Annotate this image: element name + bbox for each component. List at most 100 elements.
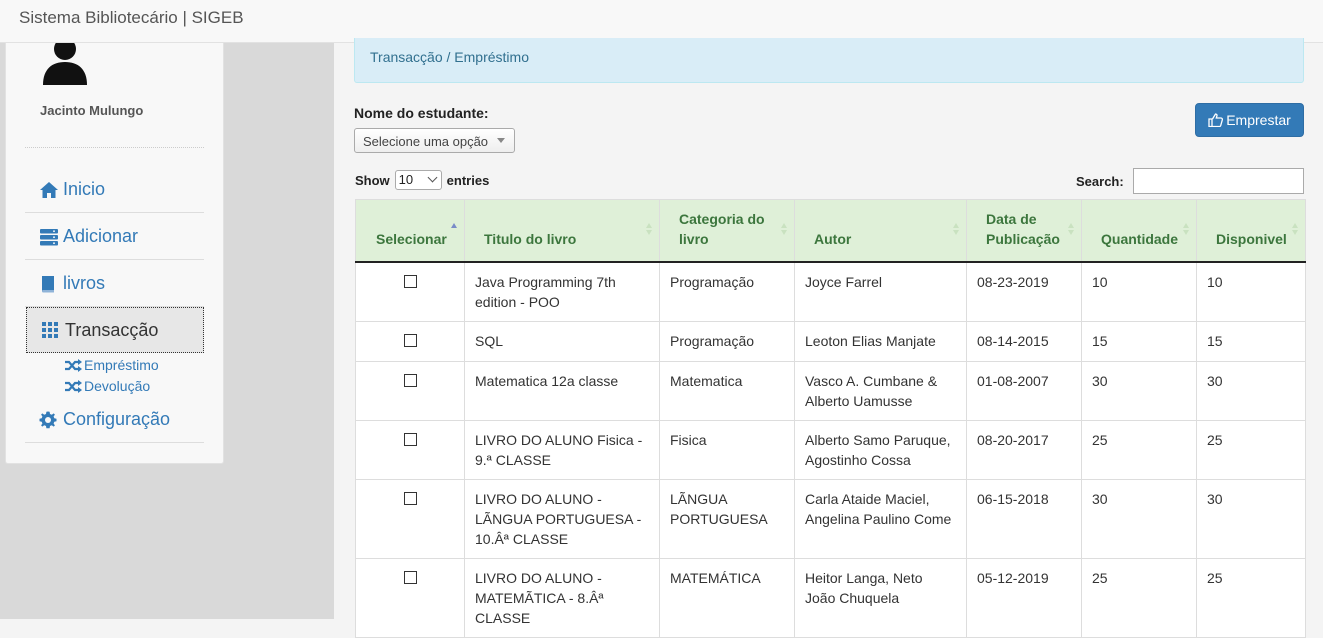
column-header-autor[interactable]: Autor bbox=[794, 199, 967, 263]
cell-date: 08-23-2019 bbox=[966, 261, 1082, 322]
book-icon bbox=[39, 274, 61, 294]
cell-author: Alberto Samo Paruque, Agostinho Cossa bbox=[794, 419, 967, 480]
table-row: LIVRO DO ALUNO - MATEMÃTICA - 8.Âª CLASS… bbox=[355, 557, 1306, 638]
sidebar-item-transaccao[interactable]: Transacção bbox=[26, 307, 204, 353]
cell-author: Vasco A. Cumbane & Alberto Uamusse bbox=[794, 360, 967, 421]
select-checkbox[interactable] bbox=[403, 432, 417, 446]
lend-button-label: Emprestar bbox=[1226, 112, 1291, 128]
column-header-disponivel[interactable]: Disponivel bbox=[1196, 199, 1306, 263]
sidebar-divider bbox=[25, 147, 204, 148]
cell-date: 06-15-2018 bbox=[966, 478, 1082, 559]
user-avatar-icon bbox=[43, 43, 87, 85]
sort-icon bbox=[1068, 223, 1075, 237]
column-header-label: Selecionar bbox=[376, 230, 447, 247]
cell-date: 08-14-2015 bbox=[966, 320, 1082, 362]
table-header-row: Selecionar Titulo do livro Categoria do … bbox=[355, 199, 1306, 263]
breadcrumb-text[interactable]: Transacção / Empréstimo bbox=[370, 49, 529, 65]
cell-category: MATEMÁTICA bbox=[659, 557, 795, 638]
sidebar-item-label: Configuração bbox=[63, 409, 171, 429]
select-cell bbox=[355, 557, 465, 638]
cell-category: Programação bbox=[659, 261, 795, 322]
sidebar-item-configuracao[interactable]: Configuração bbox=[25, 397, 204, 443]
breadcrumb: Transacção / Empréstimo bbox=[354, 38, 1304, 83]
cell-available: 30 bbox=[1196, 360, 1306, 421]
student-select-value: Selecione uma opção bbox=[363, 134, 489, 149]
cell-quantity: 25 bbox=[1081, 419, 1197, 480]
show-label: Show bbox=[355, 172, 390, 188]
cell-title: LIVRO DO ALUNO - LÃNGUA PORTUGUESA - 10.… bbox=[464, 478, 660, 559]
table-row: Java Programming 7th edition - POO Progr… bbox=[355, 261, 1306, 322]
cell-category: LÃNGUA PORTUGUESA bbox=[659, 478, 795, 559]
cell-date: 05-12-2019 bbox=[966, 557, 1082, 638]
search-label: Search: bbox=[1076, 174, 1124, 189]
cell-title: Java Programming 7th edition - POO bbox=[464, 261, 660, 322]
select-checkbox[interactable] bbox=[403, 570, 417, 584]
select-cell bbox=[355, 419, 465, 480]
lend-button[interactable]: Emprestar bbox=[1195, 103, 1304, 137]
select-cell bbox=[355, 478, 465, 559]
subnav-label: Empréstimo bbox=[84, 357, 159, 373]
grid-icon bbox=[41, 320, 63, 340]
dropdown-arrow-icon bbox=[497, 138, 505, 143]
cell-category: Fisica bbox=[659, 419, 795, 480]
sidebar-item-label: Transacção bbox=[65, 319, 159, 340]
select-checkbox[interactable] bbox=[403, 274, 417, 288]
entries-label: entries bbox=[446, 172, 490, 188]
column-header-data[interactable]: Data de Publicação bbox=[966, 199, 1082, 263]
column-header-categoria[interactable]: Categoria do livro bbox=[659, 199, 795, 263]
sidebar-item-label: Inicio bbox=[63, 179, 106, 199]
shuffle-icon bbox=[64, 358, 84, 372]
cell-author: Joyce Farrel bbox=[794, 261, 967, 322]
sidebar-item-livros[interactable]: livros bbox=[25, 261, 204, 307]
cell-author: Leoton Elias Manjate bbox=[794, 320, 967, 362]
subnav-emprestimo[interactable]: Empréstimo bbox=[64, 357, 159, 373]
column-header-label: Titulo do livro bbox=[484, 230, 577, 247]
sidebar-item-adicionar[interactable]: Adicionar bbox=[25, 214, 204, 260]
cell-title: Matematica 12a classe bbox=[464, 360, 660, 421]
cell-date: 01-08-2007 bbox=[966, 360, 1082, 421]
entries-length-select[interactable]: 10 bbox=[394, 170, 442, 190]
cell-quantity: 15 bbox=[1081, 320, 1197, 362]
chevron-down-icon bbox=[427, 172, 438, 183]
table-row: LIVRO DO ALUNO - LÃNGUA PORTUGUESA - 10.… bbox=[355, 478, 1306, 559]
gear-icon bbox=[39, 410, 61, 430]
cell-available: 30 bbox=[1196, 478, 1306, 559]
entries-length-control: Show 10 entries bbox=[355, 170, 489, 190]
table-row: LIVRO DO ALUNO Fisica - 9.ª CLASSE Fisic… bbox=[355, 419, 1306, 480]
select-cell bbox=[355, 360, 465, 421]
cell-quantity: 30 bbox=[1081, 478, 1197, 559]
column-header-label: Categoria do livro bbox=[679, 210, 765, 247]
cell-title: SQL bbox=[464, 320, 660, 362]
student-label: Nome do estudante: bbox=[354, 105, 489, 121]
sidebar-item-inicio[interactable]: Inicio bbox=[25, 167, 204, 213]
cell-available: 15 bbox=[1196, 320, 1306, 362]
sort-icon bbox=[1292, 223, 1299, 237]
select-checkbox[interactable] bbox=[403, 491, 417, 505]
subnav-devolucao[interactable]: Devolução bbox=[64, 378, 150, 394]
column-header-label: Autor bbox=[814, 230, 852, 247]
thumbs-up-icon bbox=[1208, 113, 1224, 127]
cell-quantity: 30 bbox=[1081, 360, 1197, 421]
column-header-quantidade[interactable]: Quantidade bbox=[1081, 199, 1197, 263]
student-select[interactable]: Selecione uma opção bbox=[354, 128, 515, 153]
app-title[interactable]: Sistema Bibliotecário | SIGEB bbox=[19, 8, 244, 28]
select-checkbox[interactable] bbox=[403, 333, 417, 347]
cell-author: Carla Ataide Maciel, Angelina Paulino Co… bbox=[794, 478, 967, 559]
column-header-titulo[interactable]: Titulo do livro bbox=[464, 199, 660, 263]
sidebar-item-label: Adicionar bbox=[63, 226, 139, 246]
cell-category: Programação bbox=[659, 320, 795, 362]
books-table: Selecionar Titulo do livro Categoria do … bbox=[355, 199, 1306, 638]
column-header-label: Data de Publicação bbox=[986, 210, 1060, 247]
select-checkbox[interactable] bbox=[403, 373, 417, 387]
select-cell bbox=[355, 320, 465, 362]
column-header-label: Disponivel bbox=[1216, 230, 1287, 247]
search-input[interactable] bbox=[1133, 168, 1304, 194]
entries-length-value: 10 bbox=[398, 172, 414, 187]
sort-icon bbox=[781, 223, 788, 237]
cell-available: 10 bbox=[1196, 261, 1306, 322]
cell-author: Heitor Langa, Neto João Chuquela bbox=[794, 557, 967, 638]
top-navbar: Sistema Bibliotecário | SIGEB bbox=[0, 0, 1323, 43]
column-header-selecionar[interactable]: Selecionar bbox=[355, 199, 465, 263]
cell-category: Matematica bbox=[659, 360, 795, 421]
home-icon bbox=[39, 180, 61, 200]
